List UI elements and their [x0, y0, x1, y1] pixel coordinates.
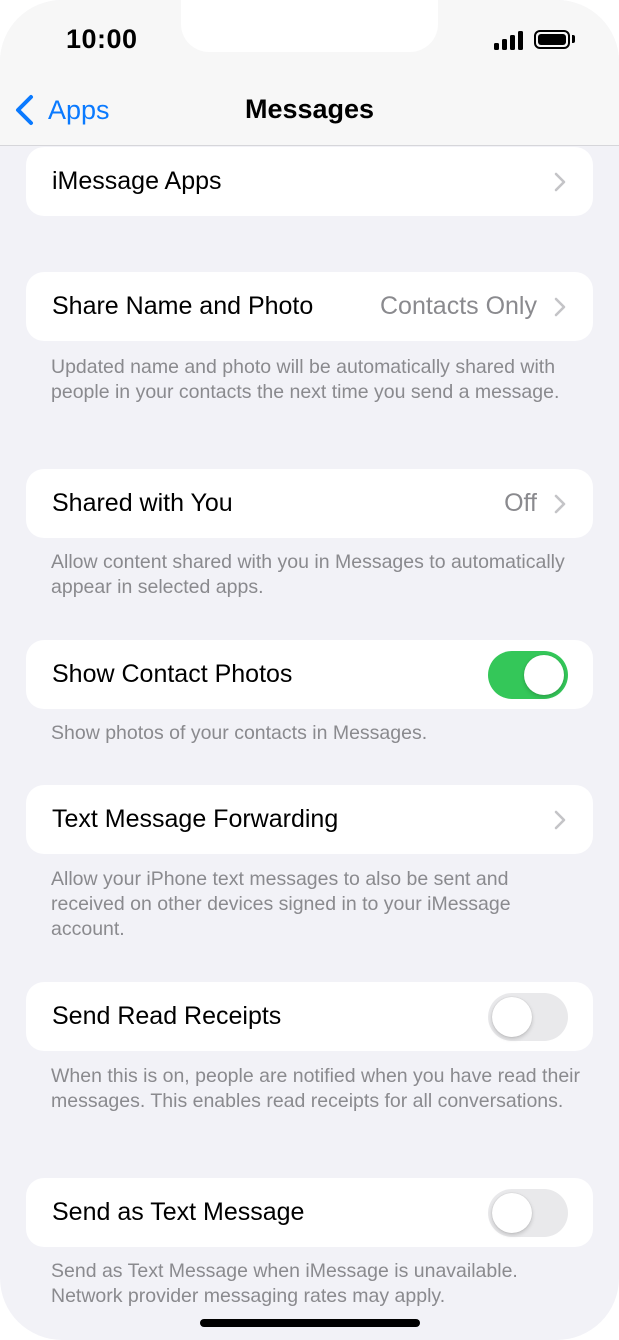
battery-icon [534, 30, 570, 49]
toggle-knob [524, 654, 564, 695]
send-as-text-message-footer: Send as Text Message when iMessage is un… [51, 1260, 518, 1307]
send-as-text-message-label: Send as Text Message [52, 1198, 305, 1226]
show-contact-photos-footer: Show photos of your contacts in Messages… [51, 722, 428, 744]
chevron-right-icon [554, 810, 566, 829]
share-name-photo-row[interactable]: Share Name and Photo Contacts Only [26, 272, 593, 341]
show-contact-photos-label: Show Contact Photos [52, 660, 293, 688]
shared-with-you-row[interactable]: Shared with You Off [26, 469, 593, 538]
text-message-forwarding-label: Text Message Forwarding [52, 805, 339, 833]
send-as-text-message-row: Send as Text Message [26, 1178, 593, 1247]
navigation-header: 10:00 Apps Messages [0, 0, 619, 146]
shared-with-you-value: Off [504, 489, 537, 517]
share-name-photo-label: Share Name and Photo [52, 292, 314, 320]
imessage-apps-row[interactable]: iMessage Apps [26, 147, 593, 216]
show-contact-photos-toggle[interactable] [488, 650, 568, 699]
share-name-photo-value: Contacts Only [379, 292, 537, 320]
send-as-text-message-toggle[interactable] [488, 1188, 568, 1237]
send-read-receipts-toggle[interactable] [488, 992, 568, 1041]
send-read-receipts-footer: When this is on, people are notified whe… [51, 1065, 580, 1112]
text-message-forwarding-row[interactable]: Text Message Forwarding [26, 785, 593, 854]
send-read-receipts-row: Send Read Receipts [26, 982, 593, 1051]
status-time: 10:00 [66, 24, 138, 54]
show-contact-photos-row: Show Contact Photos [26, 640, 593, 709]
chevron-right-icon [554, 494, 566, 513]
home-indicator[interactable] [200, 1319, 420, 1327]
shared-with-you-label: Shared with You [52, 489, 233, 517]
imessage-apps-label: iMessage Apps [52, 167, 222, 195]
cellular-signal-icon [494, 30, 526, 50]
chevron-right-icon [554, 297, 566, 316]
text-message-forwarding-footer: Allow your iPhone text messages to also … [51, 868, 511, 940]
page-title: Messages [244, 94, 375, 124]
battery-tip [572, 35, 575, 43]
dynamic-island [181, 0, 438, 52]
shared-with-you-footer: Allow content shared with you in Message… [51, 551, 565, 598]
settings-screen: 10:00 Apps Messages iMessage Apps Share … [0, 0, 619, 1340]
toggle-knob [492, 996, 532, 1037]
share-name-photo-footer: Updated name and photo will be automatic… [51, 356, 560, 403]
send-read-receipts-label: Send Read Receipts [52, 1002, 282, 1030]
toggle-knob [492, 1192, 532, 1233]
chevron-right-icon [554, 172, 566, 191]
